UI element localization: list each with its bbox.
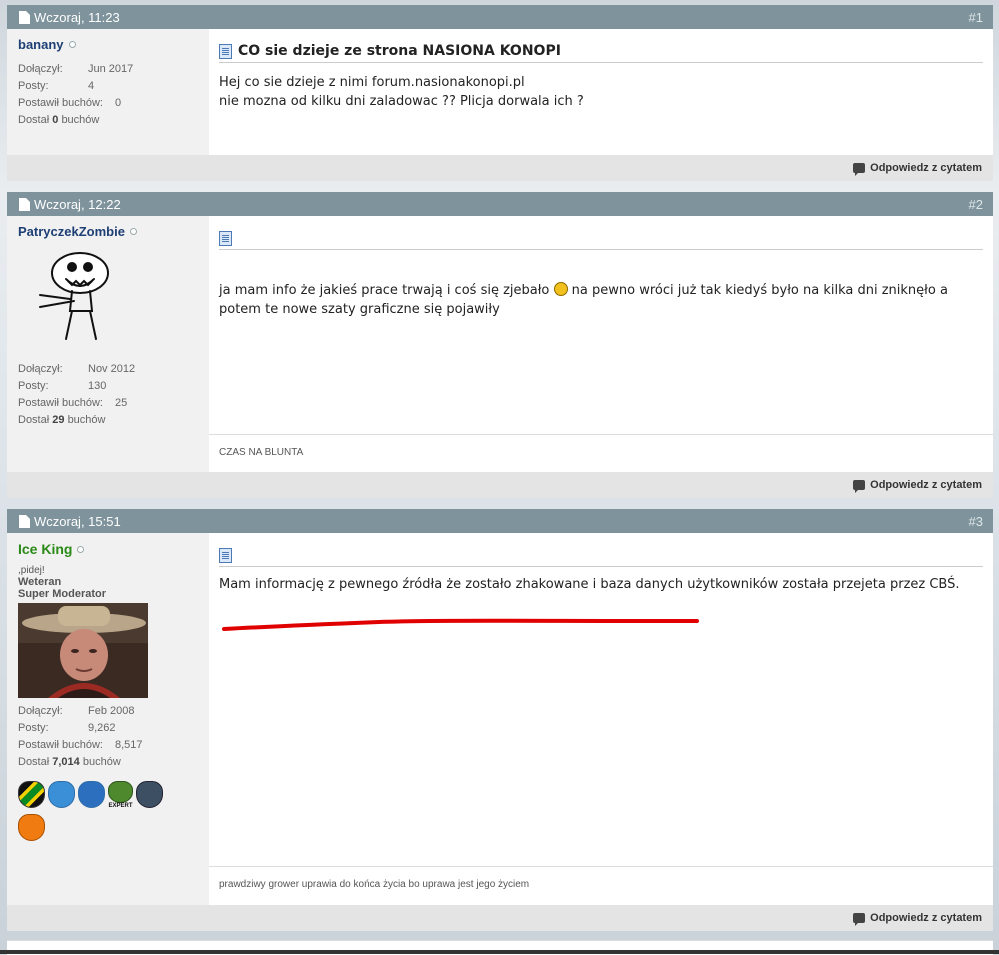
post-icon	[219, 44, 232, 59]
avatar[interactable]	[22, 251, 122, 351]
message-line: Hej co sie dzieje z nimi forum.nasionako…	[219, 75, 525, 90]
username[interactable]: PatryczekZombie	[18, 224, 125, 239]
post-2: Wczoraj, 12:22 #2 PatryczekZombie Dołącz…	[7, 192, 993, 498]
user-stat-given: Postawił buchów: 25	[18, 397, 128, 409]
post-date-icon	[19, 514, 30, 528]
signature: CZAS NA BLUNTA	[209, 434, 993, 470]
post-icon	[219, 231, 232, 246]
post-3: Wczoraj, 15:51 #3 Ice King ,pidej! Weter…	[7, 509, 993, 931]
offline-status-icon	[68, 41, 76, 48]
offline-status-icon	[77, 545, 85, 553]
user-stat-posts: Posty: 4	[18, 80, 95, 92]
bottom-bar	[0, 950, 999, 954]
post-date: Wczoraj, 11:23	[34, 9, 120, 25]
leaf-badge-icon[interactable]	[136, 781, 163, 808]
user-role: Super Moderator	[18, 588, 107, 600]
post-title-text: CO sie dzieje ze strona NASIONA KONOPI	[238, 43, 561, 59]
message-text: ja mam info że jakieś prace trwają i coś…	[219, 283, 550, 298]
user-stat-received: Dostał 0 buchów	[18, 114, 100, 126]
reply-quote-button[interactable]: Odpowiedz z cytatem	[7, 155, 993, 181]
reply-quote-label[interactable]: Odpowiedz z cytatem	[870, 912, 982, 924]
username-link[interactable]: PatryczekZombie	[18, 224, 198, 239]
reply-quote-button[interactable]: Odpowiedz z cytatem	[7, 905, 993, 931]
post-title	[219, 543, 983, 567]
username-link[interactable]: Ice King	[18, 541, 198, 557]
post-content: CO sie dzieje ze strona NASIONA KONOPI H…	[209, 29, 993, 155]
post-message: Hej co sie dzieje z nimi forum.nasionako…	[219, 73, 983, 111]
user-stat-posts: Posty: 130	[18, 380, 107, 392]
user-stat-received: Dostał 29 buchów	[18, 414, 106, 426]
post-title: CO sie dzieje ze strona NASIONA KONOPI	[219, 39, 983, 63]
username[interactable]: Ice King	[18, 541, 72, 557]
post-number-link[interactable]: #2	[969, 197, 983, 212]
quote-icon	[853, 913, 866, 926]
user-stat-joined: Dołączył: Feb 2008	[18, 705, 135, 717]
user-info: PatryczekZombie Dołączył: Nov 2012 Posty:…	[7, 216, 209, 472]
post-header: Wczoraj, 12:22 #2	[7, 192, 993, 216]
user-stat-joined: Dołączył: Nov 2012	[18, 363, 136, 375]
offline-status-icon	[129, 228, 137, 235]
user-stat-joined: Dołączył: Jun 2017	[18, 63, 134, 75]
post-date: Wczoraj, 12:22	[34, 196, 121, 212]
user-stat-posts: Posty: 9,262	[18, 722, 116, 734]
jamaica-flag-badge-icon[interactable]	[18, 781, 45, 808]
post-message: Mam informację z pewnego źródła że zosta…	[219, 575, 983, 594]
message-line: nie mozna od kilku dni zaladowac ?? Plic…	[219, 94, 584, 109]
laughing-smiley-icon	[553, 282, 568, 296]
user-info: Ice King ,pidej! Weteran Super Moderator…	[7, 533, 209, 905]
user-stat-received: Dostał 7,014 buchów	[18, 756, 121, 768]
post-date: Wczoraj, 15:51	[34, 513, 121, 529]
feather-badge-icon[interactable]	[18, 814, 45, 841]
post-date-icon	[19, 10, 30, 24]
reply-quote-label[interactable]: Odpowiedz z cytatem	[870, 162, 982, 174]
award-badges: EXPERT	[18, 781, 188, 841]
user-stat-given: Postawił buchów: 0	[18, 97, 122, 109]
username[interactable]: banany	[18, 37, 64, 52]
expert-badge-icon[interactable]: EXPERT	[108, 781, 133, 810]
red-underline-annotation	[222, 618, 699, 631]
quote-icon	[853, 163, 866, 176]
user-rank: Weteran	[18, 576, 62, 588]
hand-badge-icon[interactable]	[78, 781, 105, 808]
expert-badge-label: EXPERT	[108, 803, 133, 809]
post-1: Wczoraj, 11:23 #1 banany Dołączył: Jun 20…	[7, 5, 993, 181]
post-content: Mam informację z pewnego źródła że zosta…	[209, 533, 993, 905]
user-stat-given: Postawił buchów: 8,517	[18, 739, 143, 751]
username-link[interactable]: banany	[18, 37, 198, 52]
custom-user-title: ,pidej!	[18, 565, 45, 576]
reply-quote-button[interactable]: Odpowiedz z cytatem	[7, 472, 993, 498]
post-date-icon	[19, 197, 30, 211]
post-header: Wczoraj, 11:23 #1	[7, 5, 993, 29]
message-text: Mam informację z pewnego źródła że zosta…	[219, 577, 960, 592]
quote-icon	[853, 480, 866, 493]
post-number-link[interactable]: #1	[969, 10, 983, 25]
user-info: banany Dołączył: Jun 2017 Posty: 4 Postawi…	[7, 29, 209, 155]
signature: prawdziwy grower uprawia do końca życia …	[209, 866, 993, 902]
post-title	[219, 226, 983, 250]
post-message: ja mam info że jakieś prace trwają i coś…	[219, 281, 983, 319]
post-content: ja mam info że jakieś prace trwają i coś…	[209, 216, 993, 472]
reply-quote-label[interactable]: Odpowiedz z cytatem	[870, 479, 982, 491]
post-icon	[219, 548, 232, 563]
post-number-link[interactable]: #3	[969, 514, 983, 529]
arm-badge-icon[interactable]	[48, 781, 75, 808]
post-header: Wczoraj, 15:51 #3	[7, 509, 993, 533]
avatar[interactable]	[18, 603, 148, 698]
